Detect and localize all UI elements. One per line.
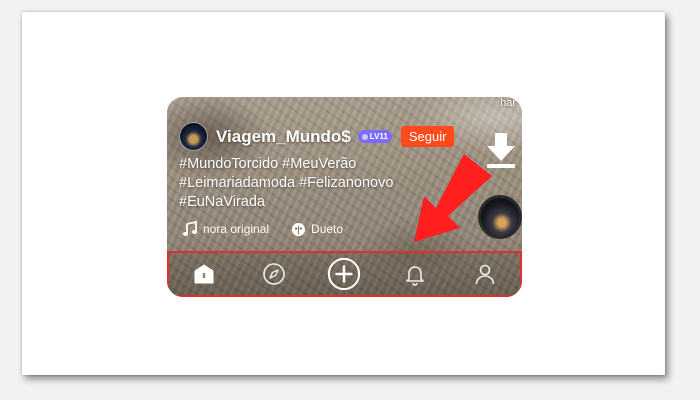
nav-explore[interactable] [257,257,291,291]
duet-label: Dueto [311,222,344,236]
red-pointer-arrow-icon [414,154,492,242]
duet-icon [291,222,306,236]
profile-icon [475,264,495,285]
share-label[interactable]: har [500,97,516,109]
level-badge-text: LV11 [369,132,388,141]
creator-username[interactable]: Viagem_Mundo$ [216,127,351,147]
video-caption: #MundoTorcido #MeuVerão #Leimariadamoda … [179,155,414,212]
duet-item[interactable]: Dueto [291,222,343,237]
sound-item[interactable]: nora original [182,221,269,237]
follow-button[interactable]: Seguir [400,126,455,147]
nav-profile[interactable] [468,257,502,291]
caption-line[interactable]: #EuNaVirada [179,193,414,212]
caption-line[interactable]: #Leimariadamoda #Felizanonovo [179,174,414,193]
creator-row: Viagem_Mundo$ LV11 Seguir [179,122,455,151]
notifications-bell-icon [405,266,424,286]
nav-create[interactable] [327,257,361,291]
nav-home[interactable] [187,257,221,291]
level-badge: LV11 [357,130,392,143]
bottom-navigation [167,251,522,297]
caption-line[interactable]: #MundoTorcido #MeuVerão [179,155,414,174]
nav-notifications[interactable] [398,257,432,291]
create-plus-icon [328,257,361,291]
creator-avatar[interactable] [179,122,208,151]
home-icon [194,264,214,284]
video-screen[interactable]: har Viagem_Mundo$ LV11 Seguir #MundoTorc… [167,97,522,297]
level-badge-icon [361,133,368,140]
meta-row: nora original Dueto [182,221,343,237]
music-note-icon [183,221,197,236]
explore-compass-icon [263,263,286,285]
sound-label: nora original [203,222,270,236]
